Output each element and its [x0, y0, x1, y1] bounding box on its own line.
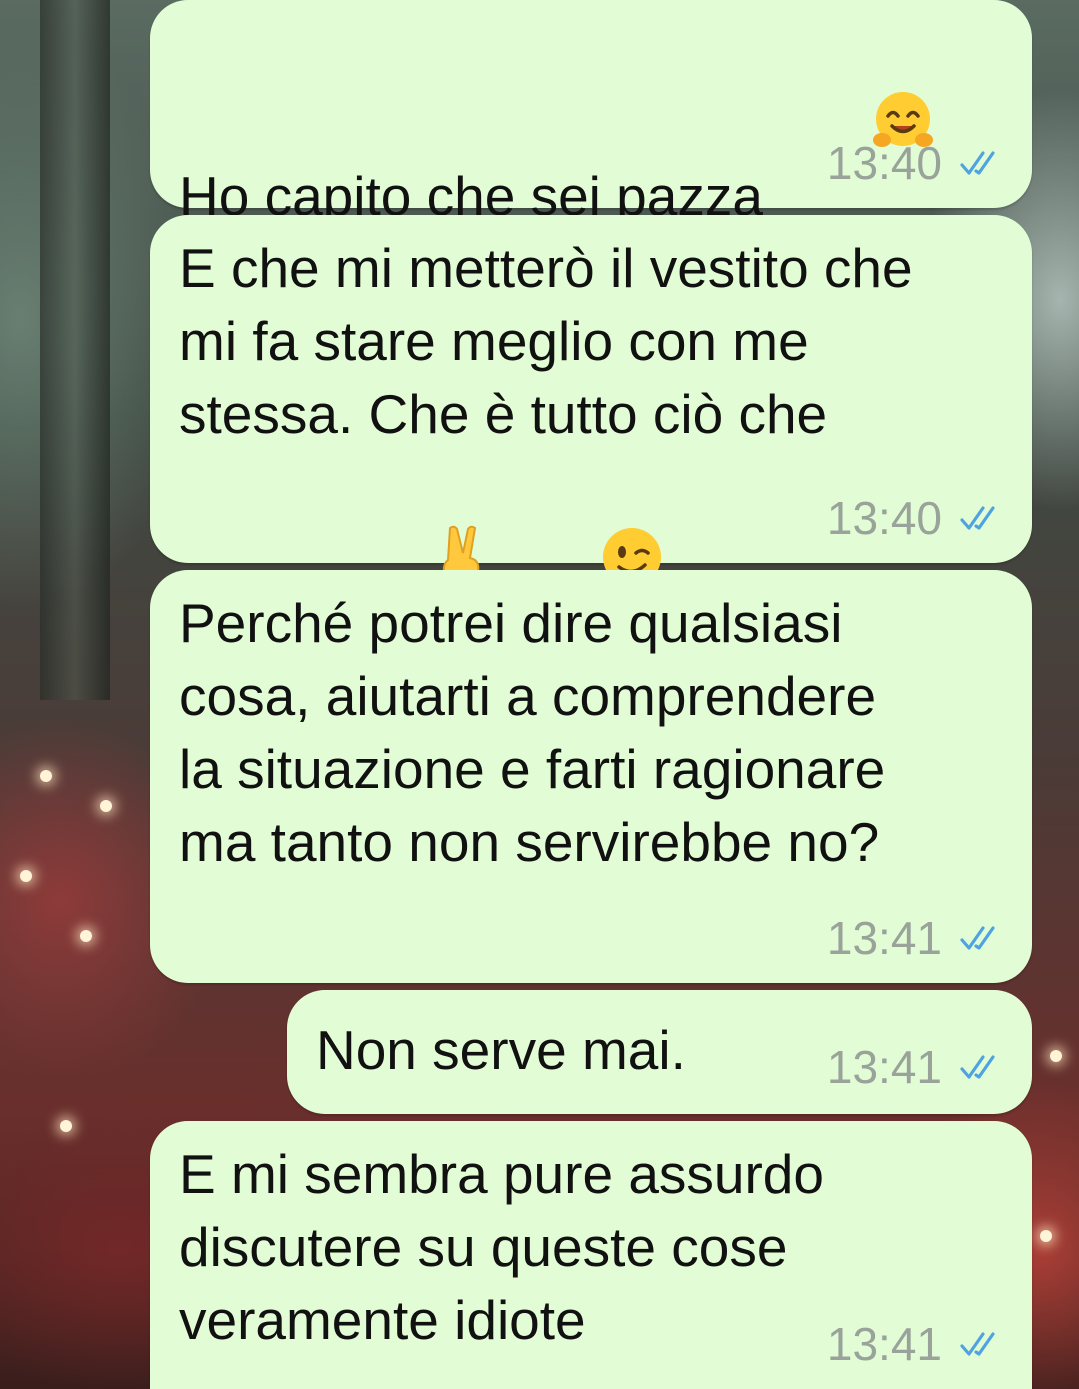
- message-meta: 13:40: [827, 493, 1004, 543]
- message-text: E mi sembra pure assurdo discutere su qu…: [179, 1143, 824, 1351]
- message-time: 13:41: [826, 1318, 942, 1370]
- message-bubble[interactable]: Ho capito che sei pazza 13:40: [150, 0, 1032, 227]
- read-receipt-double-check-icon: [960, 151, 995, 175]
- message-meta: 13:41: [827, 1042, 1004, 1092]
- message-time: 13:41: [826, 912, 942, 964]
- wallpaper-light: [1050, 1050, 1062, 1062]
- wallpaper-light: [60, 1120, 72, 1132]
- wallpaper-light: [80, 930, 92, 942]
- message-time: 13:40: [826, 492, 942, 544]
- message-meta: 13:41: [827, 1319, 1004, 1369]
- message-meta: 13:40: [827, 138, 1004, 188]
- message-meta: 13:41: [827, 913, 1004, 963]
- message-text: Non serve mai.: [316, 1019, 686, 1081]
- message-bubble[interactable]: E mi sembra pure assurdo discutere su qu…: [150, 1121, 1032, 1389]
- read-receipt-double-check-icon: [960, 1332, 995, 1356]
- wallpaper-tree-trunk: [40, 0, 110, 700]
- wallpaper-light: [100, 800, 112, 812]
- message-text: Ho capito che sei pazza: [179, 17, 936, 243]
- wallpaper-light: [40, 770, 52, 782]
- message-text: Perché potrei dire qualsiasi cosa, aiuta…: [179, 592, 886, 873]
- hugging-face-emoji-icon: [778, 17, 936, 243]
- message-time: 13:40: [826, 137, 942, 189]
- message-bubble[interactable]: Perché potrei dire qualsiasi cosa, aiuta…: [150, 570, 1032, 983]
- read-receipt-double-check-icon: [960, 506, 995, 530]
- wallpaper-light: [1040, 1230, 1052, 1242]
- message-time: 13:41: [826, 1041, 942, 1093]
- read-receipt-double-check-icon: [960, 926, 995, 950]
- wallpaper-light: [20, 870, 32, 882]
- read-receipt-double-check-icon: [960, 1055, 995, 1079]
- message-bubble[interactable]: Non serve mai. 13:41: [287, 990, 1032, 1114]
- message-bubble[interactable]: E che mi metterò il vestito che mi fa st…: [150, 215, 1032, 663]
